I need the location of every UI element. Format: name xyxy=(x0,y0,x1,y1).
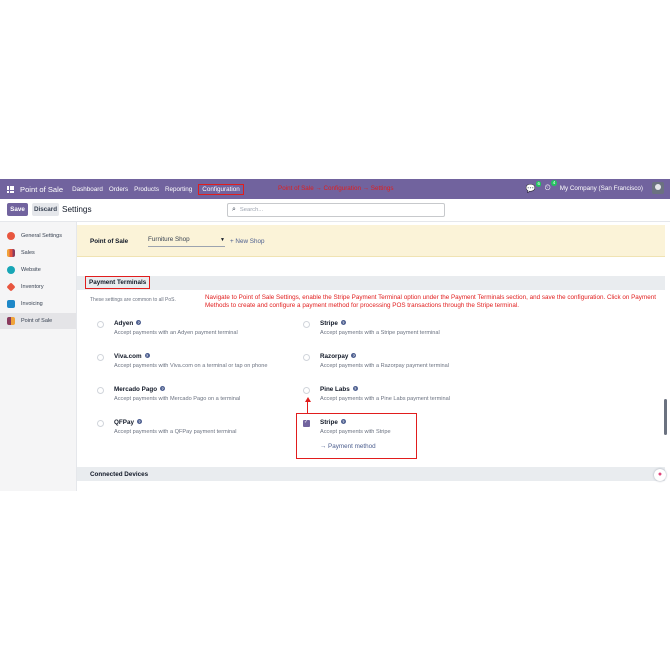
setting-desc: Accept payments with Viva.com on a termi… xyxy=(114,363,268,369)
annotation-arrow-head xyxy=(304,397,311,402)
help-icon: ? xyxy=(340,320,346,325)
setting-desc: Accept payments with a Stripe payment te… xyxy=(320,330,440,336)
inventory-box-icon xyxy=(6,282,16,292)
sidebar-item-label: Inventory xyxy=(21,284,44,290)
scrollbar[interactable] xyxy=(664,399,667,435)
setting-desc: Accept payments with a QFPay payment ter… xyxy=(114,429,237,435)
help-icon: ? xyxy=(351,353,357,358)
sidebar-item-sales[interactable]: Sales xyxy=(0,245,76,261)
sales-chart-icon xyxy=(7,249,15,257)
stripe-terminal-checkbox[interactable] xyxy=(303,321,310,328)
control-panel: Save Discard Settings ⌕ Search... xyxy=(0,199,670,222)
sidebar-item-label: General Settings xyxy=(21,233,62,239)
mercado-pago-checkbox[interactable] xyxy=(97,387,104,394)
pine-labs-checkbox[interactable] xyxy=(303,387,310,394)
razorpay-checkbox[interactable] xyxy=(303,354,310,361)
search-placeholder: Search... xyxy=(239,207,264,213)
sidebar-item-label: Sales xyxy=(21,250,35,256)
nav-annotation: Point of Sale → Configuration → Settings xyxy=(278,185,394,192)
setting-desc: Accept payments with a Pine Labs payment… xyxy=(320,396,450,402)
viva-com-checkbox[interactable] xyxy=(97,354,104,361)
connected-devices-header: Connected Devices xyxy=(77,467,665,481)
help-icon: ? xyxy=(136,320,142,325)
help-icon: ? xyxy=(352,386,358,391)
save-button[interactable]: Save xyxy=(7,203,28,216)
qfpay-checkbox[interactable] xyxy=(97,420,104,427)
pos-shop-select[interactable]: Furniture Shop ▼ xyxy=(148,236,225,247)
stripe-highlight-box xyxy=(296,413,417,459)
user-avatar[interactable] xyxy=(652,182,664,194)
invoicing-icon xyxy=(7,300,15,308)
setting-title: Stripe? xyxy=(320,320,346,327)
company-switcher[interactable]: My Company (San Francisco) xyxy=(560,185,643,192)
setting-desc: Accept payments with a Razorpay payment … xyxy=(320,363,450,369)
settings-main: Point of Sale Furniture Shop ▼ + New Sho… xyxy=(77,222,665,491)
menu-orders[interactable]: Orders xyxy=(109,186,128,193)
pos-selector-bar: Point of Sale Furniture Shop ▼ + New Sho… xyxy=(77,225,665,257)
adyen-checkbox[interactable] xyxy=(97,321,104,328)
help-icon: ? xyxy=(160,386,166,391)
settings-sidebar: General Settings Sales Website Inventory… xyxy=(0,222,77,491)
general-settings-icon xyxy=(7,232,15,240)
menu-dashboard[interactable]: Dashboard xyxy=(72,186,103,193)
annotation-arrow xyxy=(307,402,309,413)
apps-grid-icon[interactable] xyxy=(7,185,14,193)
menu-products[interactable]: Products xyxy=(134,186,159,193)
website-globe-icon xyxy=(7,266,15,274)
sidebar-item-point-of-sale[interactable]: Point of Sale xyxy=(0,313,76,329)
support-chat-icon[interactable]: ● xyxy=(654,469,666,481)
sidebar-item-label: Point of Sale xyxy=(21,318,53,324)
setting-title: Razorpay? xyxy=(320,353,357,360)
app-name[interactable]: Point of Sale xyxy=(20,185,63,194)
search-input[interactable]: ⌕ Search... xyxy=(227,203,445,217)
chat-badge: 6 xyxy=(535,180,542,187)
caret-down-icon: ▼ xyxy=(220,237,225,243)
sidebar-item-label: Invoicing xyxy=(21,301,43,307)
sidebar-item-label: Website xyxy=(21,267,41,273)
instruction-annotation: Navigate to Point of Sale Settings, enab… xyxy=(205,294,656,310)
payment-terminals-header: Payment Terminals xyxy=(77,276,665,290)
chat-icon[interactable]: 💬 6 xyxy=(525,180,542,193)
page-title: Settings xyxy=(62,205,92,214)
setting-desc: Accept payments with an Adyen payment te… xyxy=(114,330,238,336)
navbar-right: 💬 6 ⏲ 4 My Company (San Francisco) xyxy=(525,180,664,194)
pos-label: Point of Sale xyxy=(90,238,129,245)
settings-common-note: These settings are common to all PoS. xyxy=(90,297,176,303)
setting-title: Pine Labs? xyxy=(320,386,358,393)
sidebar-item-invoicing[interactable]: Invoicing xyxy=(0,296,76,312)
point-of-sale-icon xyxy=(7,317,15,325)
search-icon: ⌕ xyxy=(232,206,236,213)
help-icon: ? xyxy=(144,353,150,358)
activity-badge: 4 xyxy=(551,180,557,186)
activity-clock-icon[interactable]: ⏲ 4 xyxy=(544,180,557,193)
setting-title: Viva.com? xyxy=(114,353,150,360)
setting-title: Mercado Pago? xyxy=(114,386,166,393)
payment-terminals-title: Payment Terminals xyxy=(85,276,151,289)
connected-devices-title: Connected Devices xyxy=(90,471,149,478)
sidebar-item-inventory[interactable]: Inventory xyxy=(0,279,76,295)
help-icon: ? xyxy=(136,419,142,424)
discard-button[interactable]: Discard xyxy=(32,203,59,216)
top-navbar: Point of Sale Dashboard Orders Products … xyxy=(0,179,670,199)
sidebar-item-website[interactable]: Website xyxy=(0,262,76,278)
new-shop-button[interactable]: + New Shop xyxy=(230,238,264,245)
setting-desc: Accept payments with Mercado Pago on a t… xyxy=(114,396,241,402)
pos-shop-value: Furniture Shop xyxy=(148,236,190,243)
sidebar-item-general-settings[interactable]: General Settings xyxy=(0,228,76,244)
menu-reporting[interactable]: Reporting xyxy=(165,186,192,193)
setting-title: QFPay? xyxy=(114,419,142,426)
odoo-app: Point of Sale Dashboard Orders Products … xyxy=(0,179,670,491)
setting-title: Adyen? xyxy=(114,320,142,327)
menu-configuration[interactable]: Configuration xyxy=(198,183,244,195)
